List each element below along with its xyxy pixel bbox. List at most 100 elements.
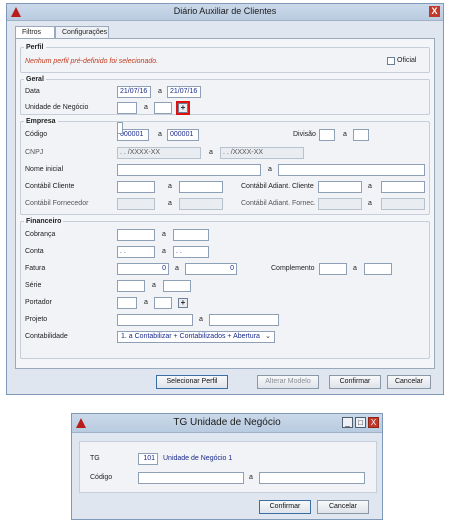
complemento-a-label: a — [353, 265, 357, 272]
tg-name: Unidade de Negócio 1 — [163, 455, 233, 462]
projeto-label: Projeto — [25, 316, 48, 323]
projeto-from-field[interactable] — [117, 314, 193, 326]
cobranca-to-field[interactable] — [173, 229, 209, 241]
unidade-a-label: a — [144, 104, 148, 111]
serie-from-field[interactable] — [117, 280, 145, 292]
financeiro-group: Financeiro Cobrança a Conta . . a . . Fa… — [20, 218, 430, 359]
codigo-label: Código — [90, 474, 113, 481]
dialog-title-bar: TG Unidade de Negócio _ □ X — [72, 414, 382, 433]
contabil-adiant-fornec-to-field[interactable] — [381, 198, 425, 210]
nome-label: Nome inicial — [25, 166, 64, 173]
dialog-title: TG Unidade de Negócio — [173, 417, 281, 428]
conta-to-field[interactable]: . . — [173, 246, 209, 258]
contabil-cliente-a-label: a — [168, 183, 172, 190]
contabil-adiant-cliente-label: Contábil Adiant. Cliente — [241, 183, 314, 190]
contabil-cliente-to-field[interactable] — [179, 181, 223, 193]
cobranca-a-label: a — [162, 231, 166, 238]
data-a-label: a — [158, 88, 162, 95]
serie-to-field[interactable] — [163, 280, 191, 292]
perfil-warning: Nenhum perfil pré-definido foi seleciona… — [25, 58, 159, 65]
unidade-from-field[interactable] — [117, 102, 137, 114]
window-title: Diário Auxiliar de Clientes — [173, 6, 277, 16]
conta-a-label: a — [162, 248, 166, 255]
fatura-to-field[interactable]: 0 — [185, 263, 237, 275]
cnpj-a-label: a — [209, 149, 213, 156]
geral-group: Geral Data 21/07/16 a 21/07/16 Unidade d… — [20, 76, 430, 115]
cnpj-to-field[interactable]: . . /XXXX-XX — [220, 147, 304, 159]
portador-lookup-button[interactable]: + — [178, 298, 188, 308]
conta-from-field[interactable]: . . — [117, 246, 155, 258]
unidade-dialog: TG Unidade de Negócio _ □ X TG 101 Unida… — [71, 413, 383, 520]
divisao-a-label: a — [343, 131, 347, 138]
nome-to-field[interactable] — [278, 164, 425, 176]
portador-a-label: a — [144, 299, 148, 306]
contabil-adiant-fornec-label: Contábil Adiant. Fornec. — [241, 200, 316, 207]
cancelar-button[interactable]: Cancelar — [387, 375, 431, 389]
cobranca-from-field[interactable] — [117, 229, 155, 241]
contabil-fornecedor-label: Contábil Fornecedor — [25, 200, 89, 207]
maximize-icon[interactable]: □ — [355, 417, 366, 428]
close-icon[interactable]: X — [368, 417, 379, 428]
dialog-panel: TG 101 Unidade de Negócio 1 Código a — [79, 441, 377, 493]
data-from-field[interactable]: 21/07/16 — [117, 86, 151, 98]
cobranca-label: Cobrança — [25, 231, 56, 238]
dialog-confirmar-button[interactable]: Confirmar — [259, 500, 311, 514]
contabilidade-label: Contabilidade — [25, 333, 68, 340]
contabil-adiant-cliente-a-label: a — [368, 183, 372, 190]
fatura-a-label: a — [175, 265, 179, 272]
alterar-modelo-button[interactable]: Alterar Modelo — [257, 375, 319, 389]
cnpj-label: CNPJ — [25, 149, 44, 156]
title-bar: Diário Auxiliar de Clientes X — [7, 4, 443, 21]
unidade-label: Unidade de Negócio — [25, 104, 89, 111]
unidade-lookup-button[interactable]: + — [176, 101, 190, 115]
empresa-group: Empresa Código 000001 a 000001 Divisão a… — [20, 118, 430, 215]
oficial-label: Oficial — [397, 57, 417, 64]
portador-from-field[interactable] — [117, 297, 137, 309]
divisao-from-field[interactable] — [319, 129, 335, 141]
data-label: Data — [25, 88, 40, 95]
codigo-to-field[interactable]: 000001 — [167, 129, 199, 141]
codigo-to-field[interactable] — [259, 472, 365, 484]
minimize-icon[interactable]: _ — [342, 417, 353, 428]
oficial-checkbox[interactable] — [387, 57, 395, 65]
filters-panel: Perfil Nenhum perfil pré-definido foi se… — [15, 38, 435, 369]
tg-label: TG — [90, 455, 100, 462]
unidade-to-field[interactable] — [154, 102, 172, 114]
complemento-from-field[interactable] — [319, 263, 347, 275]
contabil-fornecedor-a-label: a — [168, 200, 172, 207]
nome-from-field[interactable] — [117, 164, 261, 176]
contabil-cliente-label: Contábil Cliente — [25, 183, 75, 190]
contabil-adiant-fornec-from-field[interactable] — [318, 198, 362, 210]
contabil-fornecedor-to-field[interactable] — [179, 198, 223, 210]
close-icon[interactable]: X — [429, 6, 440, 17]
divisao-label: Divisão — [293, 131, 316, 138]
contabil-cliente-from-field[interactable] — [117, 181, 155, 193]
contabilidade-select[interactable]: 1. a Contabilizar + Contabilizados + Abe… — [117, 331, 275, 343]
fatura-label: Fatura — [25, 265, 46, 272]
portador-to-field[interactable] — [154, 297, 172, 309]
contabil-fornecedor-from-field[interactable] — [117, 198, 155, 210]
projeto-to-field[interactable] — [209, 314, 279, 326]
contabil-adiant-cliente-from-field[interactable] — [318, 181, 362, 193]
tg-field[interactable]: 101 — [138, 453, 158, 465]
fatura-from-field[interactable]: 0 — [117, 263, 169, 275]
contabil-adiant-fornec-a-label: a — [368, 200, 372, 207]
confirmar-button[interactable]: Confirmar — [329, 375, 381, 389]
tab-configuracoes[interactable]: Configurações — [55, 26, 109, 38]
selecionar-perfil-button[interactable]: Selecionar Perfil — [156, 375, 228, 389]
complemento-to-field[interactable] — [364, 263, 392, 275]
complemento-label: Complemento — [271, 265, 315, 272]
dialog-cancelar-button[interactable]: Cancelar — [317, 500, 369, 514]
contabil-adiant-cliente-to-field[interactable] — [381, 181, 425, 193]
serie-a-label: a — [152, 282, 156, 289]
codigo-a-label: a — [249, 474, 253, 481]
portador-label: Portador — [25, 299, 52, 306]
divisao-to-field[interactable] — [353, 129, 369, 141]
cnpj-from-field[interactable]: . . /XXXX-XX — [117, 147, 201, 159]
codigo-from-field[interactable] — [138, 472, 244, 484]
empresa-title: Empresa — [24, 118, 58, 125]
financeiro-title: Financeiro — [24, 218, 64, 225]
perfil-title: Perfil — [24, 44, 46, 51]
data-to-field[interactable]: 21/07/16 — [167, 86, 201, 98]
button-bar: Selecionar Perfil Alterar Modelo Confirm… — [15, 372, 435, 392]
